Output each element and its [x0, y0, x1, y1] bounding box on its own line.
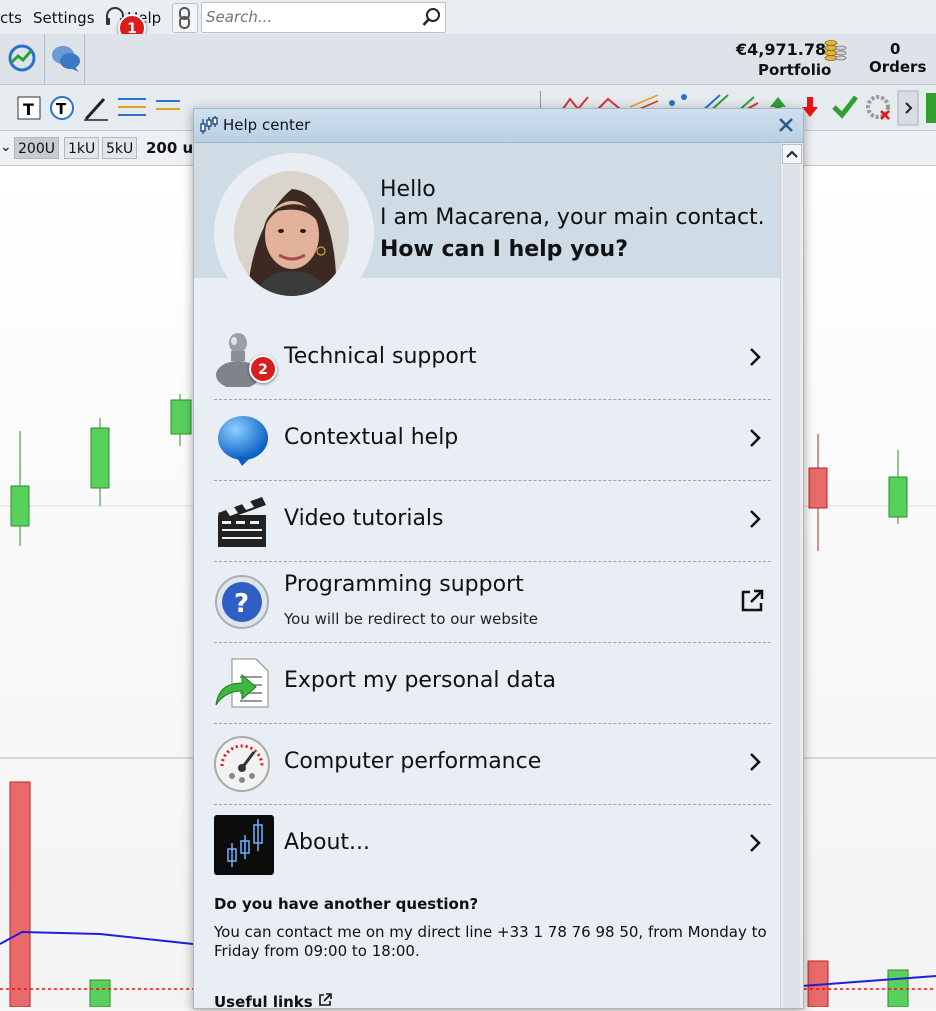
volume-bar — [9, 781, 31, 1008]
quantity-button-200u[interactable]: 200U — [14, 137, 59, 159]
export-document-icon — [214, 655, 270, 711]
candle — [90, 418, 110, 506]
svg-text:T: T — [23, 100, 34, 119]
candle — [10, 431, 30, 546]
candle — [808, 434, 828, 551]
menu-item-sublabel: You will be redirect to our website — [284, 610, 538, 628]
search-box — [201, 2, 446, 33]
scrollbar-thumb[interactable] — [783, 165, 800, 1008]
checkmark-icon[interactable] — [832, 95, 858, 119]
menu-item-video-tutorials[interactable]: Video tutorials — [214, 481, 771, 562]
menu-item-label: Video tutorials — [284, 506, 444, 531]
speech-bubble-icon — [214, 412, 270, 468]
quantity-button-5ku[interactable]: 5kU — [102, 137, 138, 159]
chevron-right-icon — [745, 831, 765, 855]
menu-item-technical-support[interactable]: Technical support — [214, 319, 771, 400]
pencil-tool-icon[interactable] — [84, 97, 108, 121]
external-link-icon — [739, 588, 765, 614]
orders-widget[interactable]: 0 Orders — [860, 38, 936, 82]
panel-title: Help center — [223, 116, 311, 134]
search-input[interactable] — [202, 3, 416, 30]
menu-products[interactable]: cts — [0, 9, 22, 27]
chat-icon[interactable] — [50, 42, 82, 74]
close-icon[interactable] — [777, 116, 795, 134]
quantity-button-1ku[interactable]: 1kU — [64, 137, 100, 159]
question-heading: Do you have another question? — [214, 895, 479, 913]
portfolio-label: Portfolio — [758, 61, 832, 79]
contact-info-text: You can contact me on my direct line +33… — [214, 923, 767, 960]
menu-item-label: Contextual help — [284, 425, 459, 450]
panel-titlebar[interactable]: Help center — [194, 109, 803, 143]
avatar — [234, 171, 349, 296]
menu-item-label: Computer performance — [284, 749, 542, 774]
menu-item-label: Export my personal data — [284, 668, 557, 693]
link-icon[interactable] — [172, 3, 198, 33]
help-center-body: Hello I am Macarena, your main contact. … — [194, 143, 780, 1008]
question-icon: ? — [214, 574, 270, 630]
chevron-right-icon — [745, 426, 765, 450]
text-tool-icon[interactable]: T — [17, 96, 41, 120]
refresh-chart-icon[interactable] — [6, 42, 38, 74]
useful-links-heading[interactable]: Useful links — [214, 993, 332, 1008]
step-badge-2: 2 — [249, 355, 277, 383]
arrow-down-icon[interactable] — [802, 97, 818, 117]
add-tool-icon[interactable] — [926, 93, 936, 123]
menu-item-programming-support[interactable]: ? Programming support You will be redire… — [214, 562, 771, 643]
chevron-right-icon — [745, 507, 765, 531]
volume-bar — [89, 979, 111, 1008]
menu-item-computer-performance[interactable]: Computer performance — [214, 724, 771, 805]
coins-icon — [823, 38, 847, 62]
quantity-current: 200 u — [146, 139, 194, 157]
fibonacci-tool-icon[interactable] — [118, 98, 146, 116]
menu-item-label: About... — [284, 830, 371, 855]
toolbar-divider — [44, 34, 45, 84]
clapperboard-icon — [214, 493, 270, 549]
scroll-up-button[interactable] — [782, 144, 802, 164]
fibonacci-fan-tool-icon[interactable] — [156, 100, 180, 110]
menu-bar: cts Settings Help 1 — [0, 0, 936, 42]
candle — [888, 450, 908, 524]
useful-links-label: Useful links — [214, 993, 313, 1008]
chevron-right-icon — [745, 750, 765, 774]
menu-item-about[interactable]: About... — [214, 805, 771, 885]
scroll-right-icon[interactable] — [897, 90, 919, 126]
orders-count: 0 — [890, 40, 901, 58]
speedometer-icon — [214, 736, 270, 792]
candlestick-icon — [198, 115, 220, 137]
candlestick-logo-icon — [214, 815, 274, 875]
svg-text:T: T — [56, 100, 67, 118]
greeting-hello: Hello — [380, 177, 436, 202]
external-link-icon — [319, 993, 332, 1006]
chevron-right-icon — [745, 345, 765, 369]
search-icon[interactable] — [422, 7, 442, 27]
menu-item-export-personal-data[interactable]: Export my personal data — [214, 643, 771, 724]
svg-text:?: ? — [234, 589, 249, 619]
menu-item-label: Technical support — [284, 344, 477, 369]
candle — [170, 394, 192, 446]
chevron-down-icon[interactable]: ⌄ — [0, 139, 12, 155]
greeting-intro: I am Macarena, your main contact. — [380, 205, 765, 230]
menu-item-label: Programming support — [284, 572, 524, 597]
portfolio-widget[interactable]: €4,971.78 Portfolio — [726, 38, 851, 82]
delete-settings-icon[interactable] — [866, 95, 890, 120]
panel-scrollbar[interactable] — [780, 143, 803, 1008]
text-bubble-tool-icon[interactable]: T — [50, 96, 74, 120]
menu-item-contextual-help[interactable]: Contextual help — [214, 400, 771, 481]
menu-settings[interactable]: Settings — [33, 9, 95, 27]
main-toolbar: €4,971.78 Portfolio 0 Orders — [0, 34, 936, 85]
greeting-question: How can I help you? — [380, 237, 628, 262]
toolbar-divider — [84, 34, 85, 84]
help-center-panel: Help center Hello I am Macarena, your ma… — [193, 108, 804, 1009]
orders-label: Orders — [869, 58, 927, 76]
portfolio-value: €4,971.78 — [736, 40, 827, 59]
